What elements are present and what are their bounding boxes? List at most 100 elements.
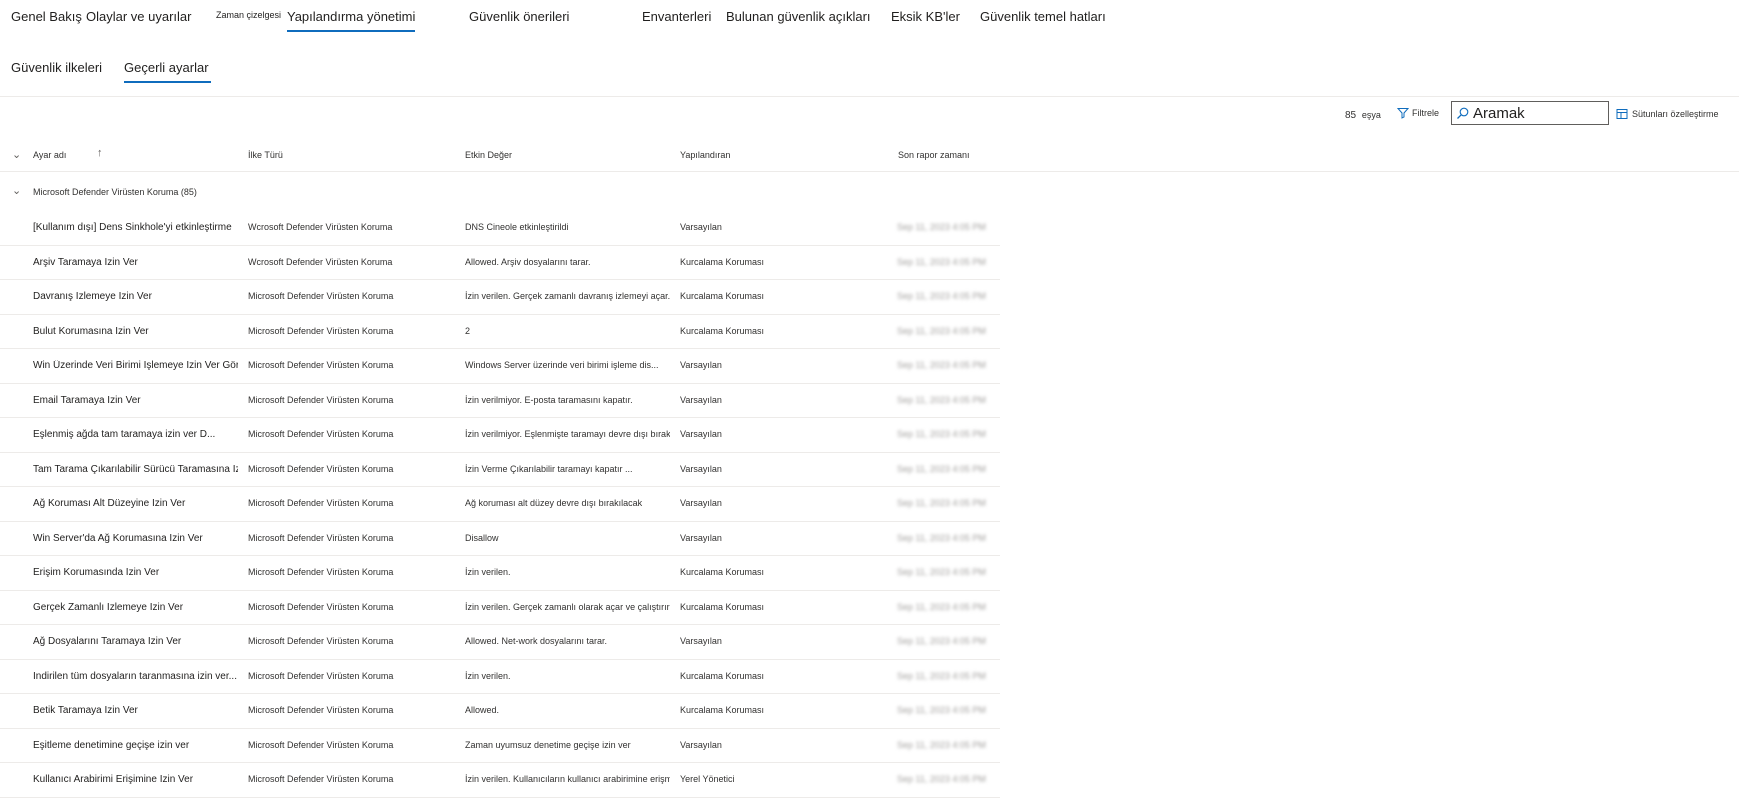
- last-report-time-cell: Sep 11, 2023 4:05 PM: [897, 463, 986, 474]
- table-row[interactable]: Ağ Koruması Alt Düzeyine İzin Ver Microso…: [0, 487, 1000, 522]
- effective-value-cell: 2: [465, 325, 471, 336]
- setting-name-cell: Eşlenmiş ağda tam taramaya izin ver D...: [33, 429, 216, 440]
- filter-icon: [1397, 108, 1409, 119]
- setting-name-cell: Kullanıcı Arabirimi Erişimine İzin Ver: [33, 774, 194, 785]
- table-row[interactable]: Erişim Korumasında İzin Ver Microsoft Def…: [0, 556, 1000, 591]
- last-report-time-cell: Sep 11, 2023 4:05 PM: [897, 705, 986, 715]
- tab-8[interactable]: Güvenlik temel hatları: [980, 9, 1106, 24]
- table-row[interactable]: Eşlenmiş ağda tam taramaya izin ver D...…: [0, 418, 1000, 453]
- setting-name-cell: Email Taramaya İzin Ver: [33, 394, 141, 406]
- group-row[interactable]: ⌄ Microsoft Defender Virüsten Koruma (85…: [0, 182, 1000, 206]
- table-row[interactable]: Win Server'da Ağ Korumasına İzin Ver Micr…: [0, 522, 1000, 556]
- sort-ascending-icon[interactable]: ↑: [97, 147, 103, 159]
- search-icon: [1457, 107, 1469, 119]
- table-header: ⌄ Ayar adı ↑ İlke Türü Etkin Değer Yapıl…: [0, 140, 1739, 172]
- group-label: Microsoft Defender Virüsten Koruma (85): [33, 187, 197, 197]
- customize-columns-button[interactable]: Sütunları özelleştirme: [1616, 108, 1719, 120]
- configured-by-cell: Kurcalama Koruması: [680, 291, 765, 301]
- last-report-time-cell: Sep 11, 2023 4:05 PM: [897, 394, 986, 405]
- effective-value-cell: İzin verilen. Gerçek zamanlı olarak açar…: [465, 601, 670, 612]
- tab-2[interactable]: Zaman çizelgesi: [216, 10, 281, 20]
- effective-value-cell: İzin Verme Çıkarılabilir taramayı kapatı…: [465, 463, 633, 474]
- sub-tabs: Güvenlik ilkeleri Geçerli ayarlar: [0, 54, 1739, 86]
- policy-type-cell: Microsoft Defender Virüsten Koruma: [248, 532, 394, 543]
- filter-button[interactable]: Filtrele: [1397, 107, 1439, 119]
- effective-value-cell: Windows Server üzerinde veri birimi işle…: [465, 360, 659, 370]
- configured-by-cell: Varsayılan: [680, 222, 722, 232]
- tab-7[interactable]: Eksik KB'ler: [891, 9, 960, 24]
- policy-type-cell: Microsoft Defender Virüsten Koruma: [248, 705, 394, 715]
- table-row[interactable]: Email Taramaya İzin Ver Microsoft Defende…: [0, 384, 1000, 418]
- last-report-time-cell: Sep 11, 2023 4:05 PM: [897, 360, 986, 370]
- configured-by-cell: Kurcalama Koruması: [680, 601, 765, 612]
- policy-type-cell: Microsoft Defender Virüsten Koruma: [248, 498, 394, 508]
- setting-name-cell: Gerçek Zamanlı İzlemeye İzin Ver: [33, 601, 184, 613]
- last-report-time-cell: Sep 11, 2023 4:05 PM: [897, 670, 986, 681]
- configured-by-cell: Varsayılan: [680, 394, 722, 405]
- policy-type-cell: Microsoft Defender Virüsten Koruma: [248, 291, 394, 301]
- effective-value-cell: Allowed. Net-work dosyalarını tarar.: [465, 636, 608, 646]
- table-row[interactable]: [Kullanım dışı] Dens Sinkhole'yi etkinle…: [0, 211, 1000, 246]
- table-row[interactable]: Bulut Korumasına İzin Ver Microsoft Defen…: [0, 315, 1000, 349]
- configured-by-cell: Varsayılan: [680, 498, 722, 508]
- last-report-time-cell: Sep 11, 2023 4:05 PM: [897, 601, 986, 612]
- setting-name-cell: Erişim Korumasında İzin Ver: [33, 567, 160, 578]
- table-row[interactable]: Betik Taramaya İzin Ver Microsoft Defende…: [0, 694, 1000, 729]
- tab-3[interactable]: Yapılandırma yönetimi: [287, 9, 416, 32]
- subtab-0[interactable]: Güvenlik ilkeleri: [11, 60, 102, 75]
- policy-type-cell: Microsoft Defender Virüsten Koruma: [248, 429, 394, 439]
- policy-type-cell: Microsoft Defender Virüsten Koruma: [248, 567, 394, 577]
- group-chevron-down-icon[interactable]: ⌄: [12, 184, 21, 197]
- column-header-last-report-time[interactable]: Son rapor zamanı: [898, 150, 970, 160]
- policy-type-cell: Wcrosoft Defender Virüsten Koruma: [248, 256, 393, 267]
- search-box[interactable]: [1451, 101, 1609, 125]
- table-row[interactable]: Ağ Dosyalarını Taramaya İzin Ver Microsof…: [0, 625, 1000, 660]
- setting-name-cell: Ağ Koruması Alt Düzeyine İzin Ver: [33, 498, 186, 509]
- effective-value-cell: İzin verilen. Gerçek zamanlı davranış iz…: [465, 291, 670, 301]
- configured-by-cell: Kurcalama Koruması: [680, 256, 765, 267]
- setting-name-cell: Arşiv Taramaya İzin Ver: [33, 256, 138, 268]
- effective-value-cell: İzin verilen.: [465, 670, 511, 681]
- policy-type-cell: Microsoft Defender Virüsten Koruma: [248, 601, 394, 612]
- configured-by-cell: Varsayılan: [680, 429, 722, 439]
- setting-name-cell: Win Üzerinde Veri Birimi İşlemeye İzin V…: [33, 360, 238, 371]
- tab-0[interactable]: Genel Bakış: [11, 9, 82, 24]
- effective-value-cell: Allowed.: [465, 705, 500, 715]
- search-input[interactable]: [1473, 104, 1603, 122]
- policy-type-cell: Microsoft Defender Virüsten Koruma: [248, 394, 394, 405]
- column-header-setting-name[interactable]: Ayar adı: [33, 150, 66, 160]
- table-row[interactable]: Arşiv Taramaya İzin Ver Wcrosoft Defender…: [0, 246, 1000, 280]
- tab-1[interactable]: Olaylar ve uyarılar: [86, 9, 191, 24]
- policy-type-cell: Microsoft Defender Virüsten Koruma: [248, 774, 394, 784]
- configured-by-cell: Yerel Yönetici: [680, 774, 735, 784]
- subtab-1[interactable]: Geçerli ayarlar: [124, 60, 211, 83]
- effective-value-cell: Zaman uyumsuz denetime geçişe izin ver: [465, 739, 631, 750]
- configured-by-cell: Kurcalama Koruması: [680, 705, 765, 715]
- setting-name-cell: Win Server'da Ağ Korumasına İzin Ver: [33, 532, 203, 544]
- column-header-policy-type[interactable]: İlke Türü: [248, 150, 283, 160]
- last-report-time-cell: Sep 11, 2023 4:05 PM: [897, 256, 986, 267]
- effective-value-cell: Allowed. Arşiv dosyalarını tarar.: [465, 256, 591, 267]
- divider: [0, 96, 1739, 97]
- configured-by-cell: Varsayılan: [680, 532, 722, 543]
- last-report-time-cell: Sep 11, 2023 4:05 PM: [897, 567, 986, 577]
- table-row[interactable]: Eşitleme denetimine geçişe izin ver Micro…: [0, 729, 1000, 763]
- collapse-all-chevron-icon[interactable]: ⌄: [12, 148, 21, 161]
- tab-4[interactable]: Güvenlik önerileri: [469, 9, 569, 24]
- column-header-configured-by[interactable]: Yapılandıran: [680, 150, 730, 160]
- last-report-time-cell: Sep 11, 2023 4:05 PM: [897, 429, 986, 439]
- table-row[interactable]: Tam Tarama Çıkarılabilir Sürücü Taraması…: [0, 453, 1000, 487]
- tab-6[interactable]: Bulunan güvenlik açıkları: [726, 9, 871, 24]
- table-row[interactable]: Davranış İzlemeye İzin Ver Microsoft Defe…: [0, 280, 1000, 315]
- last-report-time-cell: Sep 11, 2023 4:05 PM: [897, 222, 986, 232]
- last-report-time-cell: Sep 11, 2023 4:05 PM: [897, 291, 986, 301]
- table-row[interactable]: Win Üzerinde Veri Birimi İşlemeye İzin V…: [0, 349, 1000, 384]
- tab-5[interactable]: Envanterleri: [642, 9, 711, 24]
- setting-name-cell: Ağ Dosyalarını Taramaya İzin Ver: [33, 636, 182, 647]
- column-header-effective-value[interactable]: Etkin Değer: [465, 150, 512, 160]
- table-row[interactable]: Gerçek Zamanlı İzlemeye İzin Ver Microsof…: [0, 591, 1000, 625]
- last-report-time-cell: Sep 11, 2023 4:05 PM: [897, 774, 986, 784]
- configured-by-cell: Varsayılan: [680, 739, 722, 750]
- table-row[interactable]: İndirilen tüm dosyaların taranmasına izi…: [0, 660, 1000, 694]
- table-row[interactable]: Kullanıcı Arabirimi Erişimine İzin Ver Mi…: [0, 763, 1000, 798]
